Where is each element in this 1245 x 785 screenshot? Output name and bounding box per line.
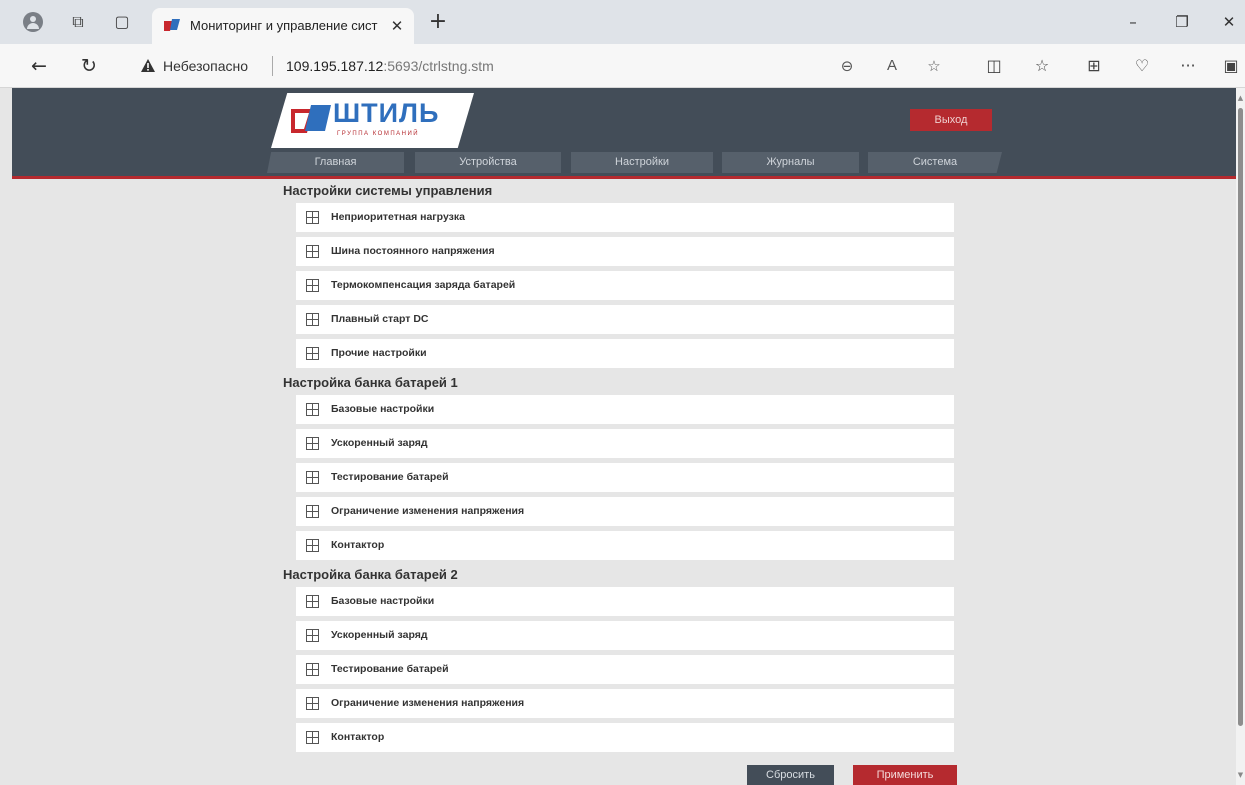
expand-grid-icon [306,471,319,484]
expand-grid-icon [306,211,319,224]
apply-button[interactable]: Применить [853,765,957,785]
section-title-control-system: Настройки системы управления [283,183,493,198]
insecure-label: Небезопасно [163,58,249,74]
browser-essentials-icon[interactable]: ♡ [1131,55,1153,77]
warning-icon [141,59,155,72]
expand-grid-icon [306,313,319,326]
company-logo[interactable]: ШТИЛЬ ГРУППА КОМПАНИЙ [271,93,474,148]
url-path: :5693/ctrlstng.stm [383,58,494,74]
list-item-label: Тестирование батарей [331,471,449,483]
expand-grid-icon [306,731,319,744]
browser-tab[interactable]: Мониторинг и управление сист ✕ [152,8,414,44]
scroll-up-arrow-icon[interactable]: ▲ [1237,94,1244,102]
expand-grid-icon [306,505,319,518]
main-navigation: Главная Устройства Настройки Журналы Сис… [267,152,1002,173]
list-item[interactable]: Термокомпенсация заряда батарей [296,271,954,300]
list-item-label: Ускоренный заряд [331,437,428,449]
list-item-label: Тестирование батарей [331,663,449,675]
tab-close-icon[interactable]: ✕ [388,17,406,35]
list-item-label: Базовые настройки [331,595,435,607]
logo-subtext: ГРУППА КОМПАНИЙ [337,131,420,137]
list-item[interactable]: Ускоренный заряд [296,429,954,458]
reset-button[interactable]: Сбросить [747,765,834,785]
expand-grid-icon [306,245,319,258]
url-host: 109.195.187.12 [286,58,384,74]
list-item[interactable]: Тестирование батарей [296,463,954,492]
list-item[interactable]: Шина постоянного напряжения [296,237,954,266]
list-item[interactable]: Прочие настройки [296,339,954,368]
list-item[interactable]: Базовые настройки [296,395,954,424]
address-bar-row: ← ↻ Небезопасно 109.195.187.12:5693/ctrl… [0,44,1245,88]
expand-grid-icon [306,403,319,416]
list-item[interactable]: Неприоритетная нагрузка [296,203,954,232]
expand-grid-icon [306,595,319,608]
logo-text: ШТИЛЬ [333,98,440,128]
list-item-label: Неприоритетная нагрузка [331,211,465,223]
expand-grid-icon [306,697,319,710]
list-item-label: Ускоренный заряд [331,629,428,641]
expand-grid-icon [306,347,319,360]
nav-tab-system[interactable]: Система [868,152,1002,173]
list-item-label: Базовые настройки [331,403,435,415]
list-item[interactable]: Ограничение изменения напряжения [296,497,954,526]
tab-title: Мониторинг и управление сист [190,18,378,33]
list-item[interactable]: Тестирование батарей [296,655,954,684]
address-field[interactable]: Небезопасно 109.195.187.12:5693/ctrlstng… [120,50,965,82]
window-close-icon[interactable]: ✕ [1219,12,1239,32]
section-title-battery-bank-2: Настройка банка батарей 2 [283,567,458,582]
read-aloud-icon[interactable]: A [882,56,902,76]
scroll-thumb[interactable] [1238,108,1243,726]
back-arrow-icon[interactable]: ← [28,55,50,77]
page-viewport: ШТИЛЬ ГРУППА КОМПАНИЙ Выход Главная Устр… [0,88,1236,785]
nav-tab-devices[interactable]: Устройства [415,152,561,173]
logo-mark-icon [291,105,331,133]
nav-tab-home[interactable]: Главная [267,152,404,173]
expand-grid-icon [306,437,319,450]
list-item[interactable]: Ограничение изменения напряжения [296,689,954,718]
favorite-star-icon[interactable]: ☆ [924,56,944,76]
more-menu-icon[interactable]: ··· [1177,55,1199,77]
expand-grid-icon [306,539,319,552]
list-item-label: Ограничение изменения напряжения [331,505,525,517]
browser-tab-bar: ⧉ ▢ Мониторинг и управление сист ✕ + – ❐… [0,0,1245,44]
restore-icon[interactable]: ❐ [1172,12,1192,32]
list-item[interactable]: Базовые настройки [296,587,954,616]
minimize-icon[interactable]: – [1123,12,1143,32]
nav-tab-logs[interactable]: Журналы [722,152,859,173]
zoom-out-icon[interactable]: ⊖ [837,56,857,76]
workspaces-icon[interactable]: ⧉ [68,12,88,32]
profile-icon[interactable] [23,12,43,32]
list-item[interactable]: Контактор [296,531,954,560]
expand-grid-icon [306,629,319,642]
list-item-label: Прочие настройки [331,347,427,359]
scroll-down-arrow-icon[interactable]: ▼ [1237,771,1244,779]
site-favicon-icon [164,19,180,31]
list-item[interactable]: Контактор [296,723,954,752]
collections-icon[interactable]: ⊞ [1083,55,1105,77]
logout-button[interactable]: Выход [910,109,992,131]
list-item-label: Термокомпенсация заряда батарей [331,279,516,291]
list-item-label: Контактор [331,731,385,743]
list-item-label: Шина постоянного напряжения [331,245,495,257]
sidebar-toggle-icon[interactable]: ▣ [1220,55,1242,77]
expand-grid-icon [306,279,319,292]
list-item[interactable]: Плавный старт DC [296,305,954,334]
site-header: ШТИЛЬ ГРУППА КОМПАНИЙ Выход Главная Устр… [12,88,1236,179]
split-screen-icon[interactable]: ◫ [983,55,1005,77]
url-separator [272,56,273,76]
list-item-label: Контактор [331,539,385,551]
tab-actions-icon[interactable]: ▢ [112,12,132,32]
list-item-label: Плавный старт DC [331,313,429,325]
favorites-icon[interactable]: ☆ [1031,55,1053,77]
nav-tab-settings[interactable]: Настройки [571,152,713,173]
new-tab-icon[interactable]: + [428,11,448,33]
refresh-icon[interactable]: ↻ [78,55,100,77]
list-item-label: Ограничение изменения напряжения [331,697,525,709]
section-title-battery-bank-1: Настройка банка батарей 1 [283,375,458,390]
list-item[interactable]: Ускоренный заряд [296,621,954,650]
url-text: 109.195.187.12:5693/ctrlstng.stm [286,58,494,74]
page-scrollbar[interactable]: ▲ ▼ [1236,88,1245,785]
expand-grid-icon [306,663,319,676]
